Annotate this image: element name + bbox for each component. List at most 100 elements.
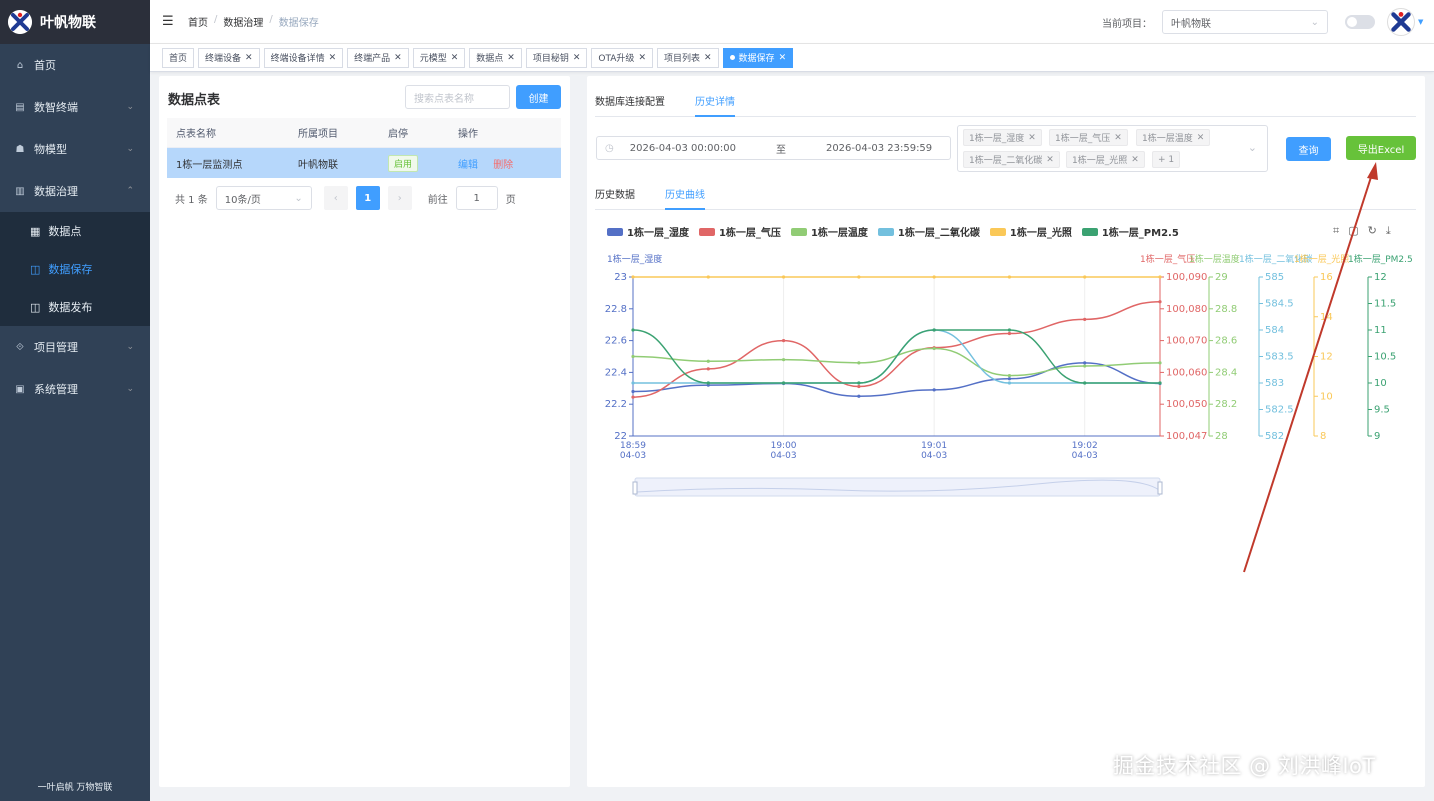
legend-item[interactable]: 1栋一层_二氧化碳 [877,224,980,239]
close-icon[interactable]: ✕ [779,53,787,63]
y-tick-label: 12 [1374,272,1387,283]
close-icon[interactable]: ✕ [394,53,402,63]
legend-item[interactable]: 1栋一层温度 [790,224,868,239]
zoom-icon[interactable]: ⌗ [1333,224,1339,238]
close-icon[interactable]: ✕ [1197,133,1205,143]
legend-label: 1栋一层温度 [810,228,868,239]
close-icon[interactable]: ✕ [245,53,253,63]
tab-history-detail[interactable]: 历史详情 [695,93,735,117]
legend-item[interactable]: 1栋一层_光照 [989,224,1072,239]
data-point [781,358,786,362]
sidebar-subitem-datapoint[interactable]: ▦ 数据点 [0,212,150,250]
tag-label: 首页 [169,54,188,64]
chevron-down-icon: ⌄ [126,384,134,394]
sidebar-item-model[interactable]: ☗ 物模型 ⌄ [0,128,150,170]
sub-tabs: 历史数据 历史曲线 [595,186,1416,210]
y-tick-label: 22.6 [605,336,627,347]
project-select-value: 叶帆物联 [1171,18,1211,30]
table-row[interactable]: 1栋一层监测点 叶帆物联 启用 编辑 删除 [167,148,561,178]
data-point [631,389,635,394]
tag-item[interactable]: 项目列表 ✕ [656,47,719,68]
caret-down-icon[interactable]: ▼ [1418,18,1423,26]
end-datetime[interactable]: 2026-04-03 23:59:59 [826,143,932,154]
tag-label: 元模型 [419,54,447,64]
tag-item[interactable]: OTA升级 ✕ [591,47,653,68]
search-input[interactable]: 搜索点表名称 [405,85,510,109]
tag-item[interactable]: 终端设备 ✕ [198,47,260,68]
query-button[interactable]: 查询 [1286,137,1331,161]
close-icon[interactable]: ✕ [704,53,712,63]
sidebar-item-label: 项目管理 [34,341,78,354]
tab-db-config[interactable]: 数据库连接配置 [595,93,665,116]
theme-toggle[interactable] [1345,15,1375,29]
prev-page-button[interactable]: ‹ [323,186,348,210]
restore-zoom-icon[interactable]: ▢ [1348,224,1358,238]
refresh-icon[interactable]: ↻ [1368,224,1377,238]
delete-link[interactable]: 删除 [493,160,513,171]
legend-item[interactable]: 1栋一层_PM2.5 [1081,224,1179,239]
data-point [1007,377,1012,381]
close-icon[interactable]: ✕ [638,53,646,63]
sidebar-item-data-governance[interactable]: ▥ 数据治理 ⌃ [0,170,150,212]
page-number[interactable]: 1 [355,186,380,210]
y-tick-label: 584 [1265,325,1284,336]
download-icon[interactable]: ⤓ [1386,224,1391,238]
legend-item[interactable]: 1栋一层_湿度 [607,224,689,239]
next-page-button[interactable]: › [387,186,412,210]
datapoint-multiselect[interactable]: 1栋一层_湿度 ✕ 1栋一层_气压 ✕ 1栋一层温度 ✕ 1栋一层_二氧化碳 ✕ 1栋一… [957,125,1268,172]
close-icon[interactable]: ✕ [1028,133,1036,143]
data-point [857,275,861,279]
project-select[interactable]: 叶帆物联 ⌄ [1162,10,1328,34]
avatar[interactable] [1387,8,1415,36]
tag-item[interactable]: 项目秘钥 ✕ [525,47,588,68]
goto-page-input[interactable]: 1 [455,186,498,210]
hamburger-icon[interactable]: ☰ [162,14,178,29]
y-tick-label: 22 [614,431,627,442]
close-icon[interactable]: ✕ [329,53,337,63]
edit-link[interactable]: 编辑 [458,160,478,171]
sidebar-subitem-datasave[interactable]: ◫ 数据保存 [0,250,150,288]
y-tick-label: 23 [614,272,627,283]
tab-history-curve[interactable]: 历史曲线 [665,186,705,210]
tag-home[interactable]: 首页 [162,47,195,68]
sidebar-item-system[interactable]: ▣ 系统管理 ⌄ [0,368,150,410]
tag-item[interactable]: 数据点 ✕ [469,47,522,68]
close-icon[interactable]: ✕ [573,53,581,63]
date-range-picker[interactable]: ◷ 2026-04-03 00:00:00 至 2026-04-03 23:59… [596,136,951,160]
breadcrumb-item[interactable]: 数据治理 [223,14,263,29]
close-icon[interactable]: ✕ [1114,133,1122,143]
export-excel-button[interactable]: 导出Excel [1346,136,1416,160]
data-point [1007,381,1012,385]
sidebar-item-project[interactable]: ⟐ 项目管理 ⌄ [0,326,150,368]
tag-item[interactable]: 终端设备详情 ✕ [263,47,344,68]
sidebar-subitem-datapublish[interactable]: ◫ 数据发布 [0,288,150,326]
close-icon[interactable]: ✕ [451,53,459,63]
selected-tag: 1栋一层_气压 ✕ [1049,129,1128,146]
close-icon[interactable]: ✕ [1131,155,1139,165]
y-tick-label: 582 [1265,431,1284,442]
breadcrumb-item[interactable]: 首页 [188,14,208,29]
sidebar-item-home[interactable]: ⌂ 首页 [0,44,150,86]
clock-icon: ◷ [605,142,614,154]
x-tick-label: 04-03 [770,451,796,461]
tag-active[interactable]: 数据保存 ✕ [722,47,794,68]
legend-swatch [877,227,894,236]
close-icon[interactable]: ✕ [507,53,515,63]
legend-item[interactable]: 1栋一层_气压 [698,224,781,239]
submenu-data-governance: ▦ 数据点 ◫ 数据保存 ◫ 数据发布 [0,212,150,326]
page-size-select[interactable]: 10条/页 ⌄ [215,186,312,210]
sidebar-item-terminal[interactable]: ▤ 数智终端 ⌄ [0,86,150,128]
selected-tag-label: 1栋一层_湿度 [969,134,1025,144]
tab-history-data[interactable]: 历史数据 [595,186,635,209]
y-tick-label: 14 [1320,312,1333,323]
sidebar-subitem-label: 数据保存 [48,263,93,276]
tag-item[interactable]: 元模型 ✕ [412,47,466,68]
tag-item[interactable]: 终端产品 ✕ [347,47,409,68]
datazoom-handle-right [1157,481,1163,495]
data-point [706,275,710,279]
project-label: 当前项目： [1102,19,1152,30]
create-button[interactable]: 创建 [516,85,561,109]
y-tick-label: 22.2 [605,399,627,410]
start-datetime[interactable]: 2026-04-03 00:00:00 [630,143,736,154]
close-icon[interactable]: ✕ [1046,155,1054,165]
